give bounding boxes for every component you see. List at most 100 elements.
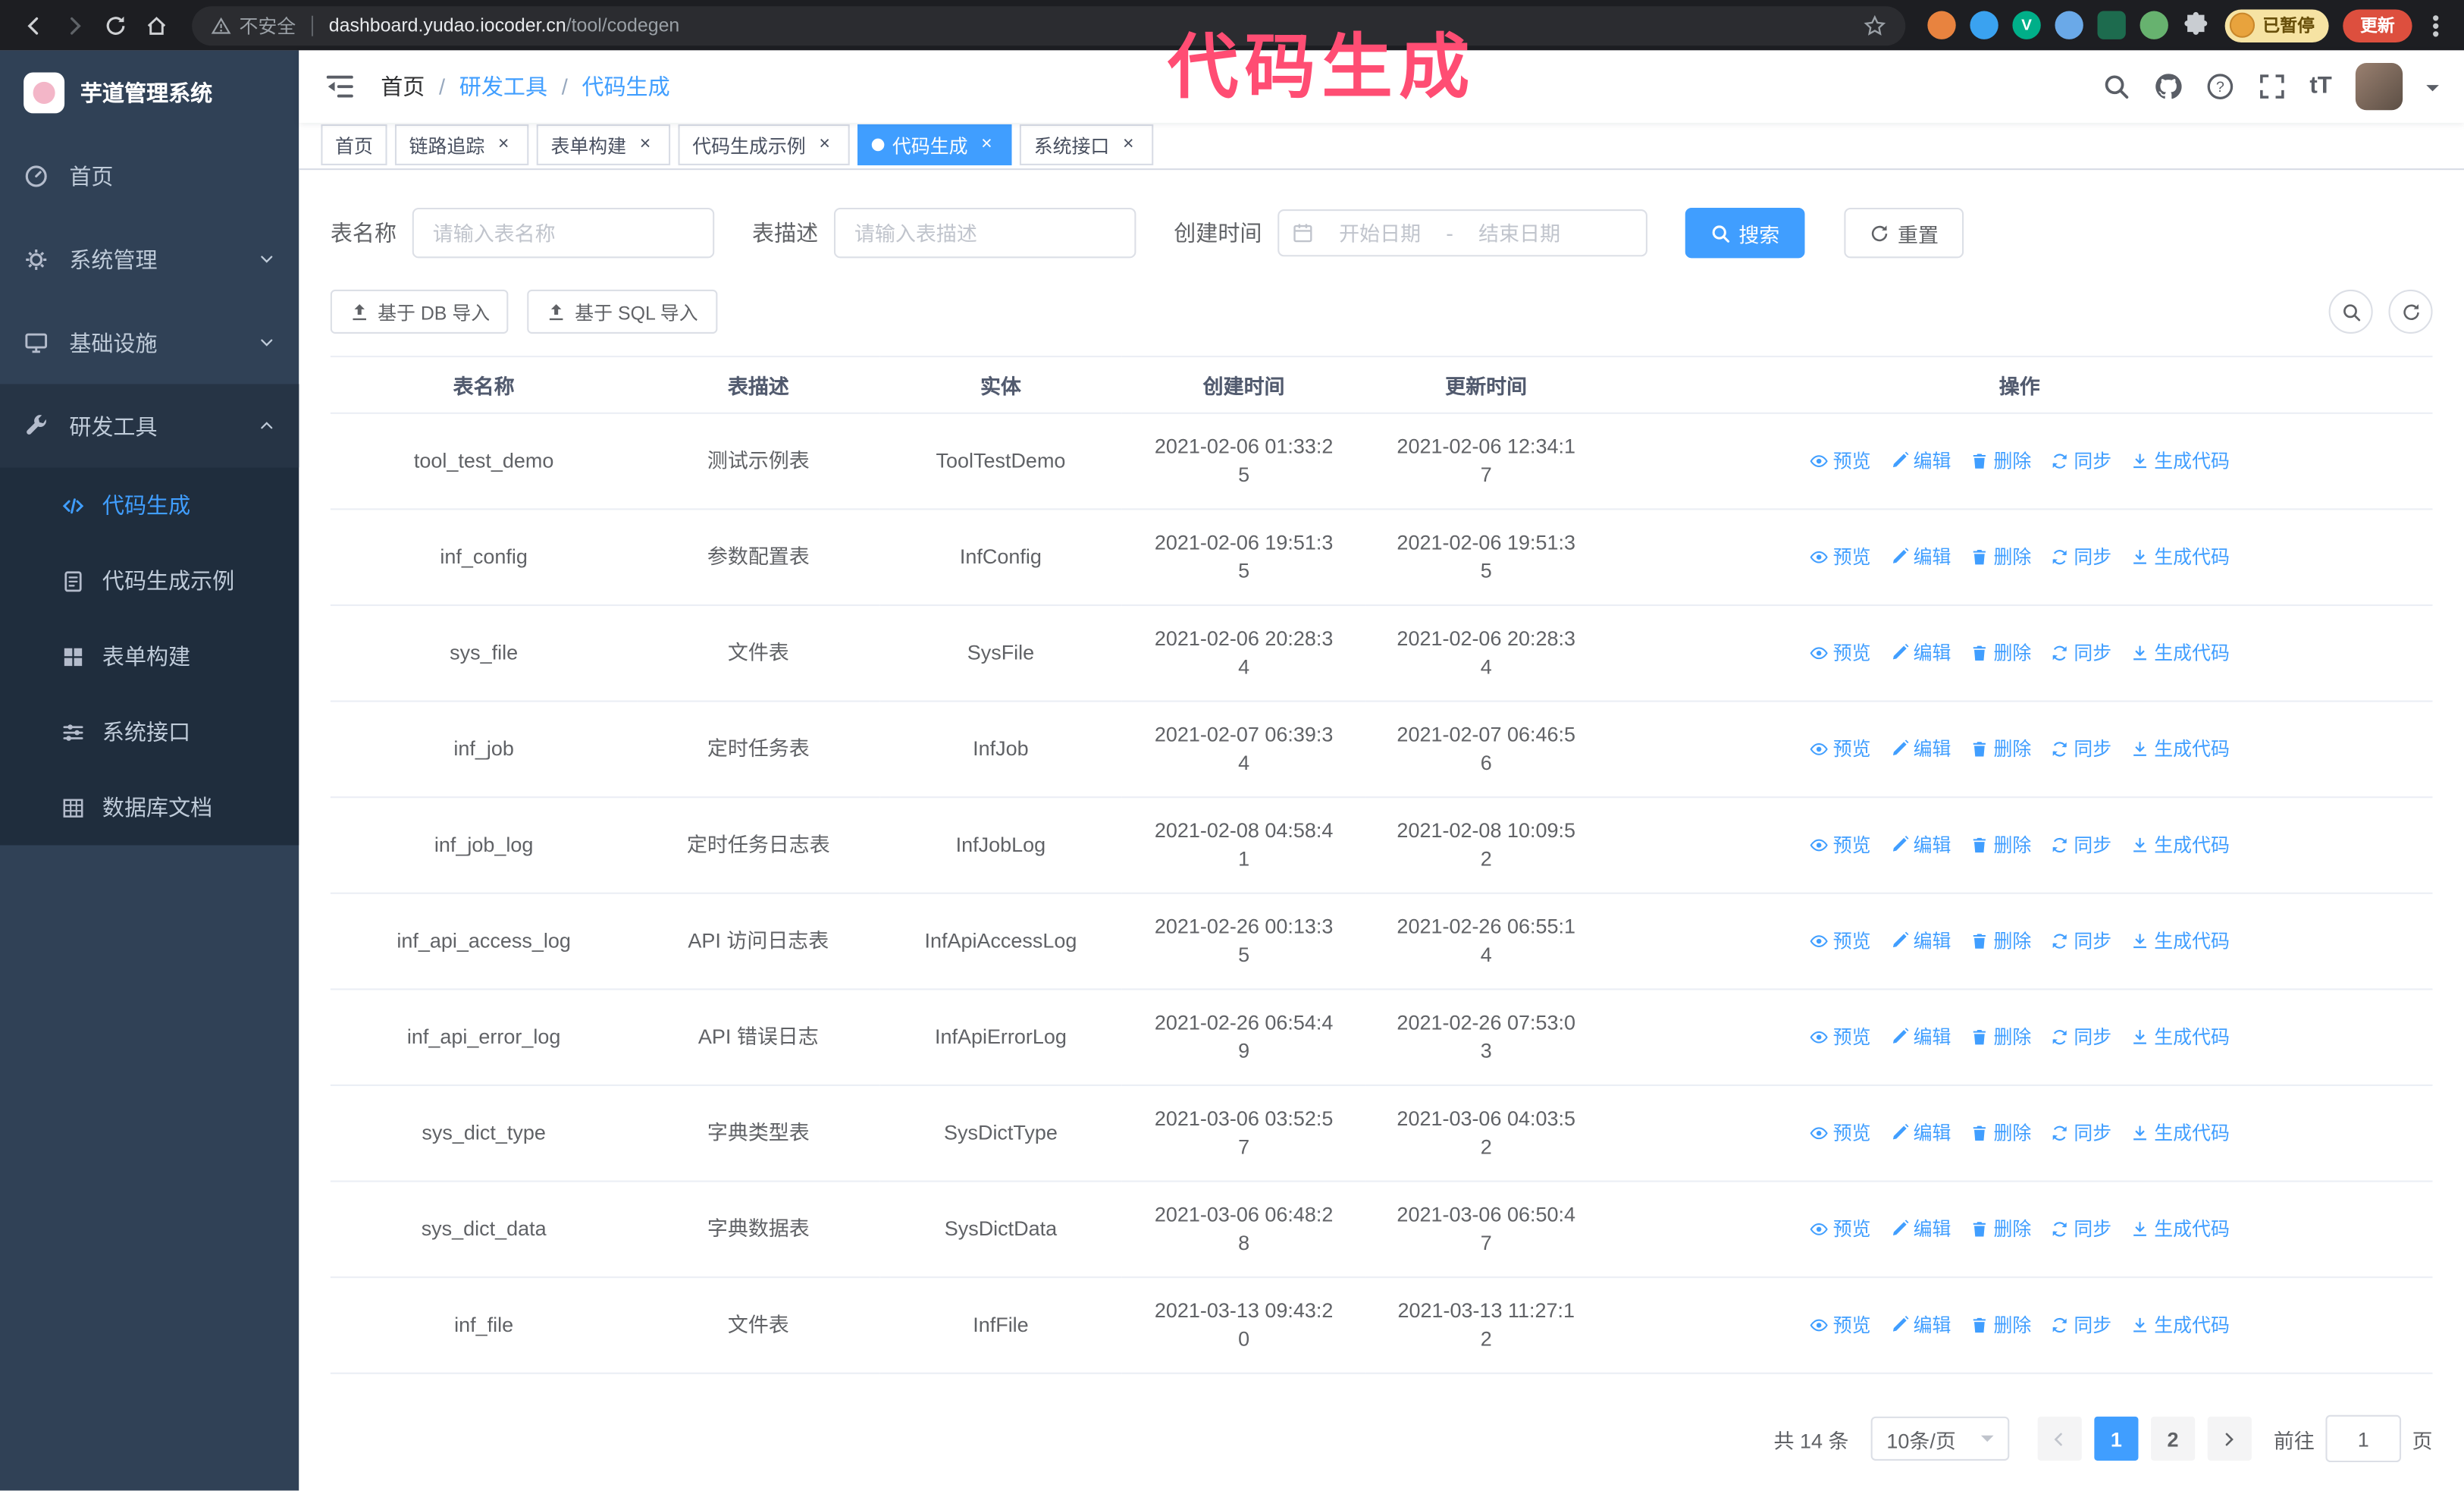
action-preview-link[interactable]: 预览 xyxy=(1810,831,1871,859)
action-edit-link[interactable]: 编辑 xyxy=(1889,735,1951,763)
page-size-select[interactable]: 10条/页 xyxy=(1870,1416,2010,1461)
sidebar-subitem-form-builder[interactable]: 表单构建 xyxy=(0,619,299,695)
forward-icon[interactable] xyxy=(54,5,95,46)
table-name-input[interactable] xyxy=(412,207,715,259)
action-generate-link[interactable]: 生成代码 xyxy=(2130,639,2230,667)
action-sync-link[interactable]: 同步 xyxy=(2050,1119,2111,1147)
action-edit-link[interactable]: 编辑 xyxy=(1889,639,1951,667)
action-generate-link[interactable]: 生成代码 xyxy=(2130,447,2230,475)
breadcrumb-item[interactable]: 研发工具 xyxy=(459,71,547,102)
action-edit-link[interactable]: 编辑 xyxy=(1889,1215,1951,1243)
start-date-input[interactable] xyxy=(1317,219,1444,246)
profile-paused-badge[interactable]: 已暂停 xyxy=(2224,8,2329,42)
action-sync-link[interactable]: 同步 xyxy=(2050,831,2111,859)
action-edit-link[interactable]: 编辑 xyxy=(1889,1311,1951,1339)
tab-close-icon[interactable]: × xyxy=(634,133,656,156)
action-sync-link[interactable]: 同步 xyxy=(2050,543,2111,571)
action-sync-link[interactable]: 同步 xyxy=(2050,735,2111,763)
reload-icon[interactable] xyxy=(95,5,136,46)
breadcrumb-item[interactable]: 首页 xyxy=(381,71,425,102)
action-delete-link[interactable]: 删除 xyxy=(1970,543,2031,571)
action-generate-link[interactable]: 生成代码 xyxy=(2130,735,2230,763)
search-icon[interactable] xyxy=(2102,72,2130,100)
extension-icon[interactable] xyxy=(1970,11,1998,39)
action-edit-link[interactable]: 编辑 xyxy=(1889,831,1951,859)
action-preview-link[interactable]: 预览 xyxy=(1810,1311,1871,1339)
tab-close-icon[interactable]: × xyxy=(813,133,835,156)
action-sync-link[interactable]: 同步 xyxy=(2050,1215,2111,1243)
action-generate-link[interactable]: 生成代码 xyxy=(2130,831,2230,859)
extension-icon[interactable] xyxy=(2097,11,2126,39)
action-edit-link[interactable]: 编辑 xyxy=(1889,543,1951,571)
toggle-search-button[interactable] xyxy=(2328,289,2373,334)
action-generate-link[interactable]: 生成代码 xyxy=(2130,1215,2230,1243)
action-delete-link[interactable]: 删除 xyxy=(1970,735,2031,763)
action-sync-link[interactable]: 同步 xyxy=(2050,927,2111,955)
font-size-icon[interactable]: tT xyxy=(2309,73,2331,99)
extension-icon[interactable] xyxy=(2140,11,2168,39)
kebab-menu-icon[interactable]: • • • xyxy=(2426,7,2445,43)
import-db-button[interactable]: 基于 DB 导入 xyxy=(330,289,509,334)
action-generate-link[interactable]: 生成代码 xyxy=(2130,1119,2230,1147)
sidebar-subitem-api[interactable]: 系统接口 xyxy=(0,694,299,770)
page-button-1[interactable]: 1 xyxy=(2094,1416,2139,1461)
tab-close-icon[interactable]: × xyxy=(1118,133,1140,156)
action-preview-link[interactable]: 预览 xyxy=(1810,447,1871,475)
table-desc-input[interactable] xyxy=(833,207,1136,259)
tab-close-icon[interactable]: × xyxy=(976,133,998,156)
fullscreen-icon[interactable] xyxy=(2258,72,2286,100)
action-generate-link[interactable]: 生成代码 xyxy=(2130,1023,2230,1051)
logo[interactable]: 芋道管理系统 xyxy=(0,50,299,133)
action-delete-link[interactable]: 删除 xyxy=(1970,927,2031,955)
sidebar-item-system[interactable]: 系统管理 xyxy=(0,217,299,300)
extension-icon[interactable] xyxy=(2055,11,2083,39)
hamburger-icon[interactable] xyxy=(324,71,356,102)
action-preview-link[interactable]: 预览 xyxy=(1810,927,1871,955)
action-edit-link[interactable]: 编辑 xyxy=(1889,1119,1951,1147)
tab-codegen-example[interactable]: 代码生成示例 × xyxy=(678,124,850,166)
tab-api[interactable]: 系统接口 × xyxy=(1020,124,1154,166)
browser-update-button[interactable]: 更新 xyxy=(2343,8,2412,42)
action-delete-link[interactable]: 删除 xyxy=(1970,1023,2031,1051)
tab-trace[interactable]: 链路追踪 × xyxy=(394,124,529,166)
action-preview-link[interactable]: 预览 xyxy=(1810,1215,1871,1243)
action-delete-link[interactable]: 删除 xyxy=(1970,447,2031,475)
reset-button[interactable]: 重置 xyxy=(1844,207,1964,259)
refresh-table-button[interactable] xyxy=(2388,289,2433,334)
action-preview-link[interactable]: 预览 xyxy=(1810,735,1871,763)
action-generate-link[interactable]: 生成代码 xyxy=(2130,1311,2230,1339)
sidebar-item-infra[interactable]: 基础设施 xyxy=(0,300,299,384)
action-edit-link[interactable]: 编辑 xyxy=(1889,447,1951,475)
date-range-picker[interactable]: - xyxy=(1277,209,1647,257)
back-icon[interactable] xyxy=(13,5,54,46)
tab-form-builder[interactable]: 表单构建 × xyxy=(536,124,671,166)
action-sync-link[interactable]: 同步 xyxy=(2050,1023,2111,1051)
action-preview-link[interactable]: 预览 xyxy=(1810,1119,1871,1147)
next-page-button[interactable] xyxy=(2207,1416,2252,1461)
extension-icon[interactable]: V xyxy=(2012,11,2041,39)
action-delete-link[interactable]: 删除 xyxy=(1970,639,2031,667)
action-delete-link[interactable]: 删除 xyxy=(1970,1311,2031,1339)
sidebar-subitem-db-doc[interactable]: 数据库文档 xyxy=(0,770,299,846)
action-preview-link[interactable]: 预览 xyxy=(1810,639,1871,667)
action-sync-link[interactable]: 同步 xyxy=(2050,1311,2111,1339)
user-avatar[interactable] xyxy=(2355,62,2403,110)
github-icon[interactable] xyxy=(2154,72,2182,100)
bookmark-star-icon[interactable] xyxy=(1863,14,1886,37)
action-edit-link[interactable]: 编辑 xyxy=(1889,1023,1951,1051)
caret-down-icon[interactable] xyxy=(2426,84,2439,98)
action-sync-link[interactable]: 同步 xyxy=(2050,639,2111,667)
sidebar-subitem-codegen-example[interactable]: 代码生成示例 xyxy=(0,543,299,619)
sidebar-item-devtools[interactable]: 研发工具 xyxy=(0,384,299,468)
extensions-puzzle-icon[interactable] xyxy=(2183,11,2211,39)
action-generate-link[interactable]: 生成代码 xyxy=(2130,543,2230,571)
import-sql-button[interactable]: 基于 SQL 导入 xyxy=(527,289,717,334)
help-icon[interactable]: ? xyxy=(2205,72,2234,100)
page-button-2[interactable]: 2 xyxy=(2151,1416,2196,1461)
sidebar-subitem-codegen[interactable]: 代码生成 xyxy=(0,467,299,543)
extension-icon[interactable] xyxy=(1927,11,1956,39)
search-button[interactable]: 搜索 xyxy=(1685,207,1805,259)
tab-codegen[interactable]: 代码生成 × xyxy=(857,124,1012,166)
home-icon[interactable] xyxy=(135,5,176,46)
sidebar-item-home[interactable]: 首页 xyxy=(0,133,299,217)
